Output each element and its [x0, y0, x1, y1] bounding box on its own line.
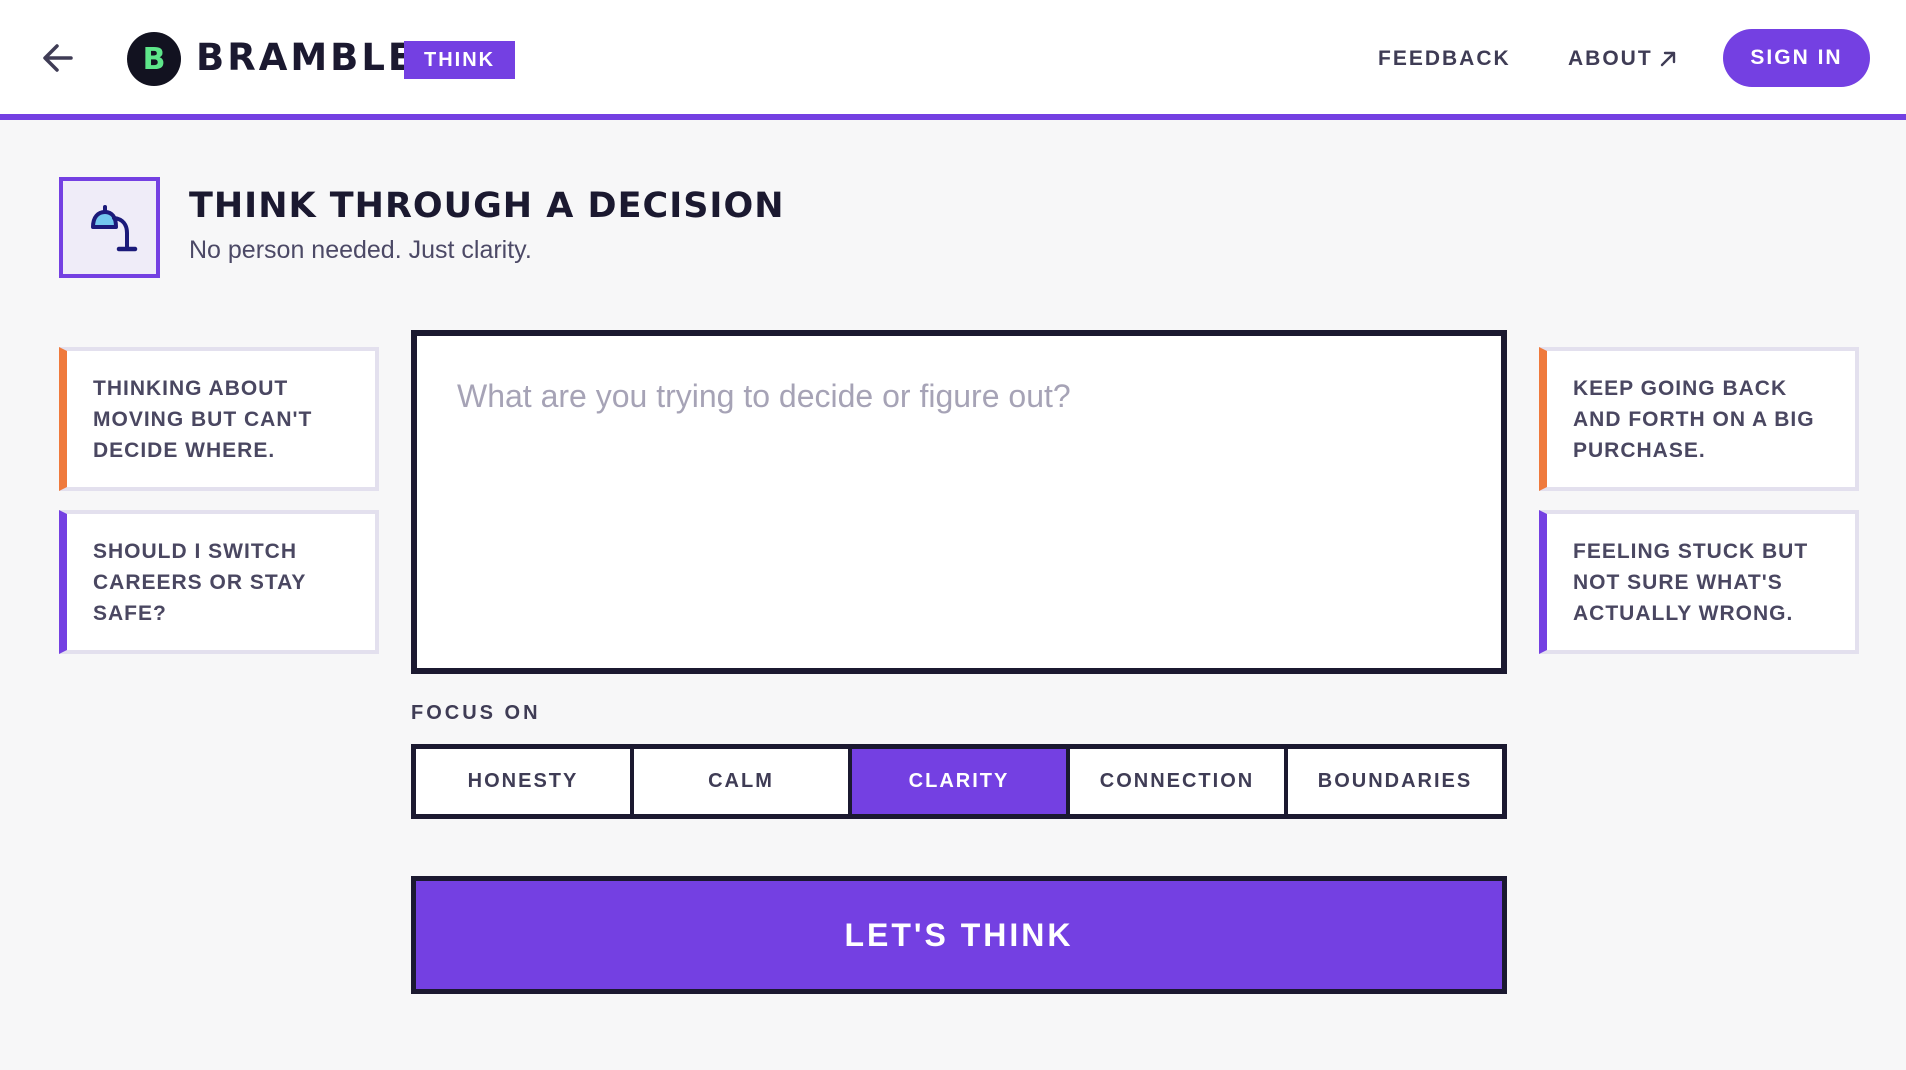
- suggestion-text: THINKING ABOUT MOVING BUT CAN'T DECIDE W…: [93, 377, 313, 462]
- suggestion-card[interactable]: THINKING ABOUT MOVING BUT CAN'T DECIDE W…: [59, 347, 379, 491]
- suggestion-card[interactable]: SHOULD I SWITCH CAREERS OR STAY SAFE?: [59, 510, 379, 654]
- lets-think-button[interactable]: LET'S THINK: [411, 876, 1507, 994]
- suggestion-text: KEEP GOING BACK AND FORTH ON A BIG PURCH…: [1573, 377, 1815, 462]
- brand-name[interactable]: BRAMBLE: [196, 36, 416, 80]
- arrow-up-right-icon: [1660, 51, 1675, 67]
- title-icon-frame: [59, 177, 160, 278]
- back-button[interactable]: [38, 38, 78, 78]
- feedback-link[interactable]: FEEDBACK: [1378, 44, 1511, 74]
- suggestion-text: FEELING STUCK BUT NOT SURE WHAT'S ACTUAL…: [1573, 540, 1809, 625]
- sign-in-button[interactable]: SIGN IN: [1723, 29, 1870, 87]
- focus-option-connection[interactable]: CONNECTION: [1070, 749, 1284, 814]
- focus-option-honesty[interactable]: HONESTY: [416, 749, 630, 814]
- desk-lamp-icon: [90, 204, 137, 251]
- feedback-link-label: FEEDBACK: [1378, 47, 1511, 70]
- about-link-label: ABOUT: [1568, 47, 1653, 70]
- decision-input-frame[interactable]: [411, 330, 1507, 674]
- page-title: THINK THROUGH A DECISION: [189, 186, 785, 226]
- suggestion-card[interactable]: KEEP GOING BACK AND FORTH ON A BIG PURCH…: [1539, 347, 1859, 491]
- suggestion-text: SHOULD I SWITCH CAREERS OR STAY SAFE?: [93, 540, 306, 625]
- focus-label: FOCUS ON: [411, 702, 541, 724]
- focus-selector: HONESTY CALM CLARITY CONNECTION BOUNDARI…: [411, 744, 1507, 819]
- page-subtitle: No person needed. Just clarity.: [189, 236, 532, 264]
- about-link[interactable]: ABOUT: [1568, 44, 1679, 74]
- focus-option-boundaries[interactable]: BOUNDARIES: [1288, 749, 1502, 814]
- logo-mark[interactable]: B: [127, 32, 181, 86]
- arrow-left-icon: [43, 44, 73, 72]
- top-bar: B BRAMBLE THINK FEEDBACK ABOUT SIGN IN: [0, 0, 1906, 120]
- focus-option-clarity[interactable]: CLARITY: [852, 749, 1066, 814]
- mode-badge: THINK: [404, 41, 516, 79]
- decision-input[interactable]: [417, 336, 1501, 668]
- suggestion-card[interactable]: FEELING STUCK BUT NOT SURE WHAT'S ACTUAL…: [1539, 510, 1859, 654]
- focus-option-calm[interactable]: CALM: [634, 749, 848, 814]
